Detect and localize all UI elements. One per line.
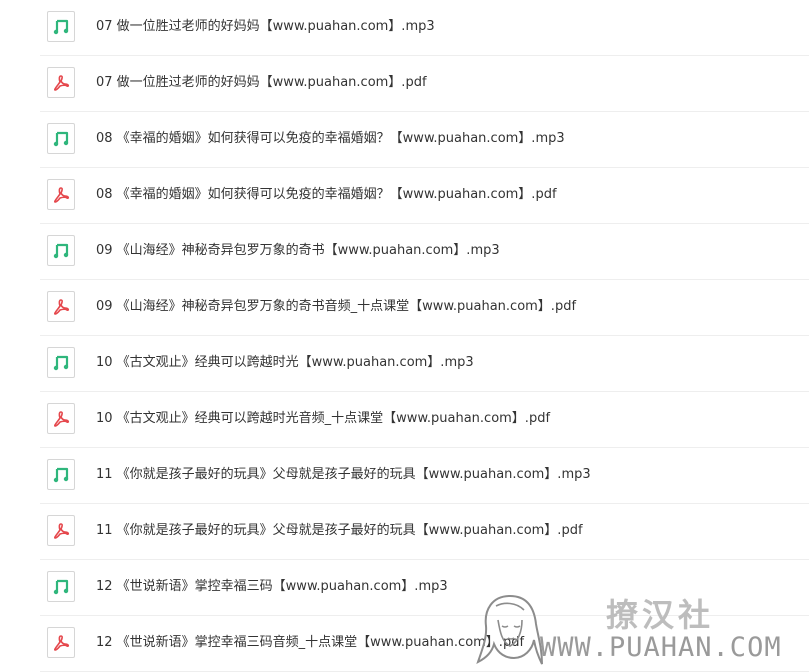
file-row[interactable]: 12 《世说新语》掌控幸福三码音频_十点课堂【www.puahan.com】.p… xyxy=(40,616,809,672)
file-name: 10 《古文观止》经典可以跨越时光【www.puahan.com】.mp3 xyxy=(96,355,474,370)
file-row[interactable]: 08 《幸福的婚姻》如何获得可以免疫的幸福婚姻？【www.puahan.com】… xyxy=(40,112,809,168)
file-name: 11 《你就是孩子最好的玩具》父母就是孩子最好的玩具【www.puahan.co… xyxy=(96,523,583,538)
music-note-icon xyxy=(47,571,75,602)
music-note-icon xyxy=(47,347,75,378)
file-row[interactable]: 10 《古文观止》经典可以跨越时光音频_十点课堂【www.puahan.com】… xyxy=(40,392,809,448)
pdf-icon xyxy=(47,67,75,98)
file-row[interactable]: 11 《你就是孩子最好的玩具》父母就是孩子最好的玩具【www.puahan.co… xyxy=(40,504,809,560)
file-name: 12 《世说新语》掌控幸福三码【www.puahan.com】.mp3 xyxy=(96,579,448,594)
file-name: 07 做一位胜过老师的好妈妈【www.puahan.com】.mp3 xyxy=(96,19,435,34)
pdf-icon xyxy=(47,291,75,322)
file-name: 08 《幸福的婚姻》如何获得可以免疫的幸福婚姻？【www.puahan.com】… xyxy=(96,131,565,146)
pdf-icon xyxy=(47,403,75,434)
file-name: 09 《山海经》神秘奇异包罗万象的奇书【www.puahan.com】.mp3 xyxy=(96,243,500,258)
file-name: 08 《幸福的婚姻》如何获得可以免疫的幸福婚姻？【www.puahan.com】… xyxy=(96,187,557,202)
file-row[interactable]: 09 《山海经》神秘奇异包罗万象的奇书音频_十点课堂【www.puahan.co… xyxy=(40,280,809,336)
music-note-icon xyxy=(47,459,75,490)
file-row[interactable]: 07 做一位胜过老师的好妈妈【www.puahan.com】.mp3 xyxy=(40,0,809,56)
file-list: 07 做一位胜过老师的好妈妈【www.puahan.com】.mp3 07 做一位… xyxy=(0,0,809,672)
file-name: 10 《古文观止》经典可以跨越时光音频_十点课堂【www.puahan.com】… xyxy=(96,411,551,426)
pdf-icon xyxy=(47,179,75,210)
file-name: 11 《你就是孩子最好的玩具》父母就是孩子最好的玩具【www.puahan.co… xyxy=(96,467,591,482)
file-name: 07 做一位胜过老师的好妈妈【www.puahan.com】.pdf xyxy=(96,75,427,90)
file-row[interactable]: 09 《山海经》神秘奇异包罗万象的奇书【www.puahan.com】.mp3 xyxy=(40,224,809,280)
music-note-icon xyxy=(47,11,75,42)
file-row[interactable]: 08 《幸福的婚姻》如何获得可以免疫的幸福婚姻？【www.puahan.com】… xyxy=(40,168,809,224)
music-note-icon xyxy=(47,123,75,154)
music-note-icon xyxy=(47,235,75,266)
pdf-icon xyxy=(47,515,75,546)
pdf-icon xyxy=(47,627,75,658)
file-row[interactable]: 10 《古文观止》经典可以跨越时光【www.puahan.com】.mp3 xyxy=(40,336,809,392)
file-row[interactable]: 11 《你就是孩子最好的玩具》父母就是孩子最好的玩具【www.puahan.co… xyxy=(40,448,809,504)
file-name: 12 《世说新语》掌控幸福三码音频_十点课堂【www.puahan.com】.p… xyxy=(96,635,525,650)
file-row[interactable]: 12 《世说新语》掌控幸福三码【www.puahan.com】.mp3 xyxy=(40,560,809,616)
file-row[interactable]: 07 做一位胜过老师的好妈妈【www.puahan.com】.pdf xyxy=(40,56,809,112)
file-name: 09 《山海经》神秘奇异包罗万象的奇书音频_十点课堂【www.puahan.co… xyxy=(96,299,577,314)
